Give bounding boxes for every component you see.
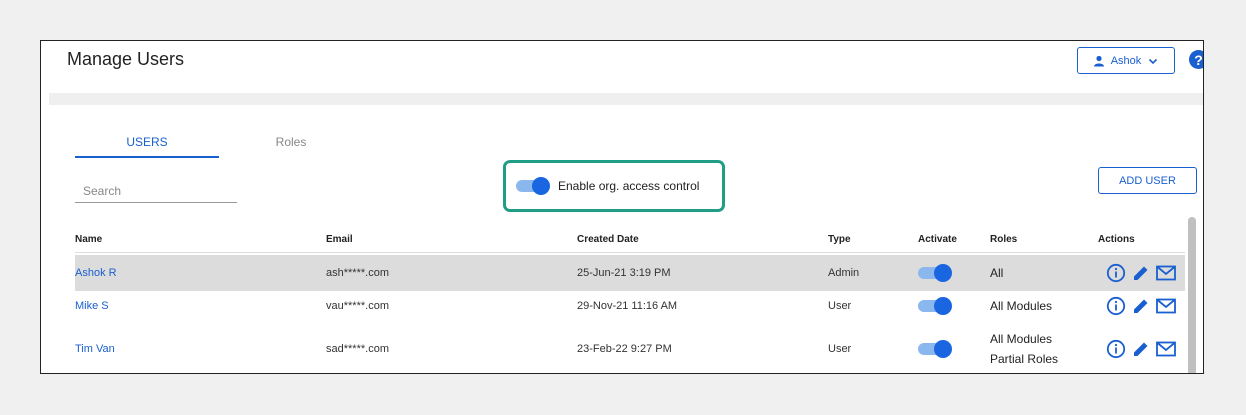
pencil-icon[interactable] xyxy=(1132,340,1150,358)
pencil-icon[interactable] xyxy=(1132,264,1150,282)
table-scrollbar[interactable] xyxy=(1188,217,1196,373)
access-control-highlight: Enable org. access control xyxy=(503,160,725,212)
pencil-icon[interactable] xyxy=(1132,297,1150,315)
role-label: All Modules xyxy=(990,332,1053,346)
user-type: User xyxy=(828,300,852,312)
role-label: All xyxy=(990,266,1004,280)
user-menu-label: Ashok xyxy=(1110,54,1142,67)
user-icon xyxy=(1093,55,1104,66)
actions-cell xyxy=(1106,255,1176,291)
roles-cell: All xyxy=(990,255,1003,291)
manage-users-window: Manage Users Ashok ? USERS Roles Enable … xyxy=(40,40,1204,374)
add-user-button[interactable]: ADD USER xyxy=(1098,167,1197,194)
mail-icon[interactable] xyxy=(1156,341,1176,357)
info-icon[interactable] xyxy=(1106,263,1126,283)
info-icon[interactable] xyxy=(1106,296,1126,316)
info-icon[interactable] xyxy=(1106,339,1126,359)
toggle-knob xyxy=(532,177,550,195)
user-email: sad*****.com xyxy=(326,343,389,355)
user-email: vau*****.com xyxy=(326,300,389,312)
created-date: 29-Nov-21 11:16 AM xyxy=(577,300,678,312)
actions-cell xyxy=(1106,291,1176,321)
table-row[interactable]: Mike S vau*****.com 29-Nov-21 11:16 AM U… xyxy=(75,291,1185,321)
activate-cell xyxy=(918,291,952,321)
role-label: Partial Roles xyxy=(990,352,1059,366)
mail-icon[interactable] xyxy=(1156,265,1176,281)
tab-roles[interactable]: Roles xyxy=(247,135,335,149)
toggle-knob xyxy=(934,297,952,315)
created-date: 23-Feb-22 9:27 PM xyxy=(577,343,672,355)
toggle-knob xyxy=(934,340,952,358)
created-date: 25-Jun-21 3:19 PM xyxy=(577,267,671,279)
column-header-name: Name xyxy=(75,234,103,245)
activate-cell xyxy=(918,325,952,373)
activate-cell xyxy=(918,255,952,291)
help-icon[interactable]: ? xyxy=(1189,50,1203,69)
user-name-link[interactable]: Ashok R xyxy=(75,255,117,291)
role-label: All Modules xyxy=(990,299,1053,313)
mail-icon[interactable] xyxy=(1156,298,1176,314)
column-header-actions: Actions xyxy=(1098,234,1135,245)
page-title: Manage Users xyxy=(67,49,185,69)
access-control-label: Enable org. access control xyxy=(558,179,700,193)
table-row[interactable]: Ashok R ash*****.com 25-Jun-21 3:19 PM A… xyxy=(75,255,1185,291)
header-rule xyxy=(75,252,1185,253)
table-row[interactable]: Tim Van sad*****.com 23-Feb-22 9:27 PM U… xyxy=(75,325,1185,373)
user-name-link[interactable]: Tim Van xyxy=(75,325,115,373)
roles-cell: All Modules xyxy=(990,291,1052,321)
actions-cell xyxy=(1106,325,1176,373)
column-header-type: Type xyxy=(828,234,851,245)
search-input[interactable] xyxy=(75,179,237,203)
user-type: Admin xyxy=(828,267,860,279)
roles-cell: All Modules Partial Roles xyxy=(990,325,1058,373)
toggle-knob xyxy=(934,264,952,282)
activate-toggle[interactable] xyxy=(918,340,952,358)
tab-users[interactable]: USERS xyxy=(75,135,219,158)
user-email: ash*****.com xyxy=(326,267,389,279)
activate-toggle[interactable] xyxy=(918,297,952,315)
column-header-email: Email xyxy=(326,234,353,245)
user-menu-button[interactable]: Ashok xyxy=(1077,47,1175,74)
chevron-down-icon xyxy=(1149,58,1158,64)
column-header-created: Created Date xyxy=(577,234,639,245)
column-header-roles: Roles xyxy=(990,234,1018,245)
user-type: User xyxy=(828,343,852,355)
header-divider xyxy=(49,93,1203,105)
activate-toggle[interactable] xyxy=(918,264,952,282)
access-control-toggle[interactable] xyxy=(516,177,550,195)
column-header-activate: Activate xyxy=(918,234,957,245)
user-name-link[interactable]: Mike S xyxy=(75,291,109,321)
